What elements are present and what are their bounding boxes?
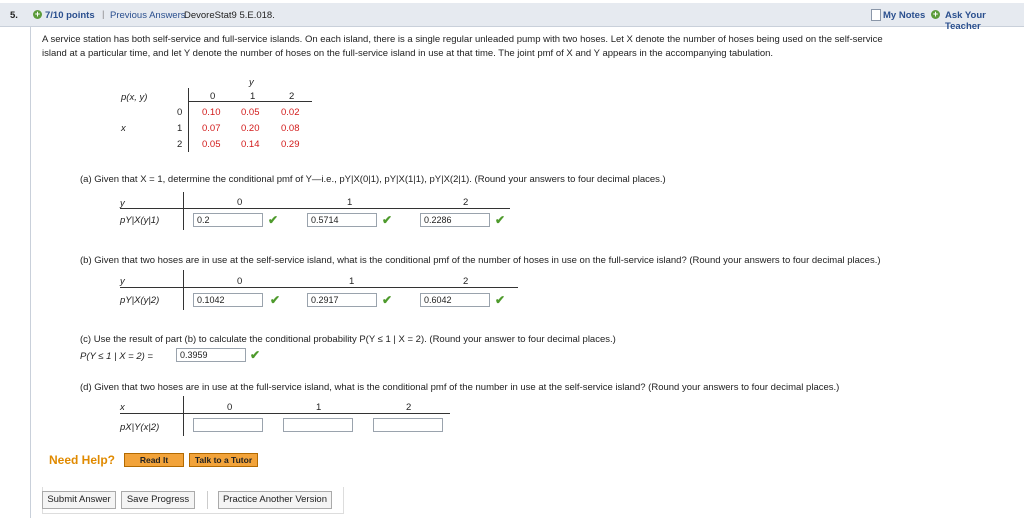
note-icon[interactable] — [871, 9, 881, 21]
check-icon: ✔ — [270, 293, 281, 307]
part-b-answer-2[interactable] — [420, 293, 490, 307]
check-icon: ✔ — [382, 293, 393, 307]
check-icon: ✔ — [382, 213, 393, 227]
problem-line-1: A service station has both self-service … — [42, 34, 883, 45]
table-row-header: 1 — [177, 123, 183, 134]
part-a-pmf-label: pY|X(y|1) — [120, 215, 160, 226]
part-b-y-label: y — [120, 276, 125, 287]
practice-another-version-button[interactable]: Practice Another Version — [218, 491, 332, 509]
part-d-col: 0 — [227, 402, 233, 413]
part-a-answer-1[interactable] — [307, 213, 377, 227]
previous-answers-link[interactable]: Previous Answers — [110, 10, 186, 21]
part-b-col: 0 — [237, 276, 243, 287]
table-x-label: x — [121, 123, 126, 134]
part-c-answer[interactable] — [176, 348, 246, 362]
part-b-col: 2 — [463, 276, 469, 287]
submit-answer-button[interactable]: Submit Answer — [42, 491, 116, 509]
part-b-answer-0[interactable] — [193, 293, 263, 307]
part-d-col: 1 — [316, 402, 322, 413]
plus-icon[interactable]: + — [33, 10, 42, 19]
question-number: 5. — [10, 10, 18, 21]
table-cell: 0.10 — [202, 107, 221, 118]
table-cell: 0.07 — [202, 123, 221, 134]
check-icon: ✔ — [268, 213, 279, 227]
talk-to-tutor-button[interactable]: Talk to a Tutor — [189, 453, 258, 467]
table-cell: 0.14 — [241, 139, 260, 150]
plus-icon[interactable]: + — [931, 10, 940, 19]
table-row-header: 2 — [177, 139, 183, 150]
part-b-answer-1[interactable] — [307, 293, 377, 307]
question-header: 5. + 7/10 points | Previous Answers Devo… — [0, 3, 1024, 32]
part-a-col: 0 — [237, 197, 243, 208]
source-label: DevoreStat9 5.E.018. — [184, 10, 275, 21]
need-help-label: Need Help? — [49, 453, 116, 467]
part-d-pmf-label: pX|Y(x|2) — [120, 422, 160, 433]
part-b-pmf-label: pY|X(y|2) — [120, 295, 160, 306]
part-a-answer-2[interactable] — [420, 213, 490, 227]
read-it-button[interactable]: Read It — [124, 453, 184, 467]
part-d-answer-0[interactable] — [193, 418, 263, 432]
part-d-answer-2[interactable] — [373, 418, 443, 432]
problem-text: A service station has both self-service … — [42, 33, 1014, 61]
table-cell: 0.05 — [202, 139, 221, 150]
part-a-answer-0[interactable] — [193, 213, 263, 227]
table-y-label: y — [249, 77, 254, 88]
part-b-col: 1 — [349, 276, 355, 287]
table-cell: 0.05 — [241, 107, 260, 118]
problem-line-2: island at a particular time, and let Y d… — [42, 48, 774, 59]
table-col-header: 1 — [250, 91, 256, 102]
points-link[interactable]: 7/10 points — [45, 10, 95, 21]
table-cell: 0.08 — [281, 123, 300, 134]
question-body — [30, 27, 1024, 518]
part-a-col: 2 — [463, 197, 469, 208]
check-icon: ✔ — [495, 293, 506, 307]
part-c-label: P(Y ≤ 1 | X = 2) = — [80, 351, 153, 362]
part-c-question: (c) Use the result of part (b) to calcul… — [80, 334, 616, 345]
part-d-answer-1[interactable] — [283, 418, 353, 432]
separator: | — [102, 9, 105, 20]
part-a-question: (a) Given that X = 1, determine the cond… — [80, 174, 666, 185]
table-cell: 0.20 — [241, 123, 260, 134]
table-cell: 0.29 — [281, 139, 300, 150]
part-d-x-label: x — [120, 402, 125, 413]
table-row-header: 0 — [177, 107, 183, 118]
part-a-col: 1 — [347, 197, 353, 208]
part-d-question: (d) Given that two hoses are in use at t… — [80, 382, 840, 393]
table-cell: 0.02 — [281, 107, 300, 118]
table-col-header: 0 — [210, 91, 216, 102]
check-icon: ✔ — [495, 213, 506, 227]
table-col-header: 2 — [289, 91, 295, 102]
table-corner-label: p(x, y) — [121, 92, 148, 103]
my-notes-link[interactable]: My Notes — [883, 10, 925, 21]
check-icon: ✔ — [250, 348, 261, 362]
part-b-question: (b) Given that two hoses are in use at t… — [80, 255, 881, 266]
part-d-col: 2 — [406, 402, 412, 413]
save-progress-button[interactable]: Save Progress — [121, 491, 195, 509]
